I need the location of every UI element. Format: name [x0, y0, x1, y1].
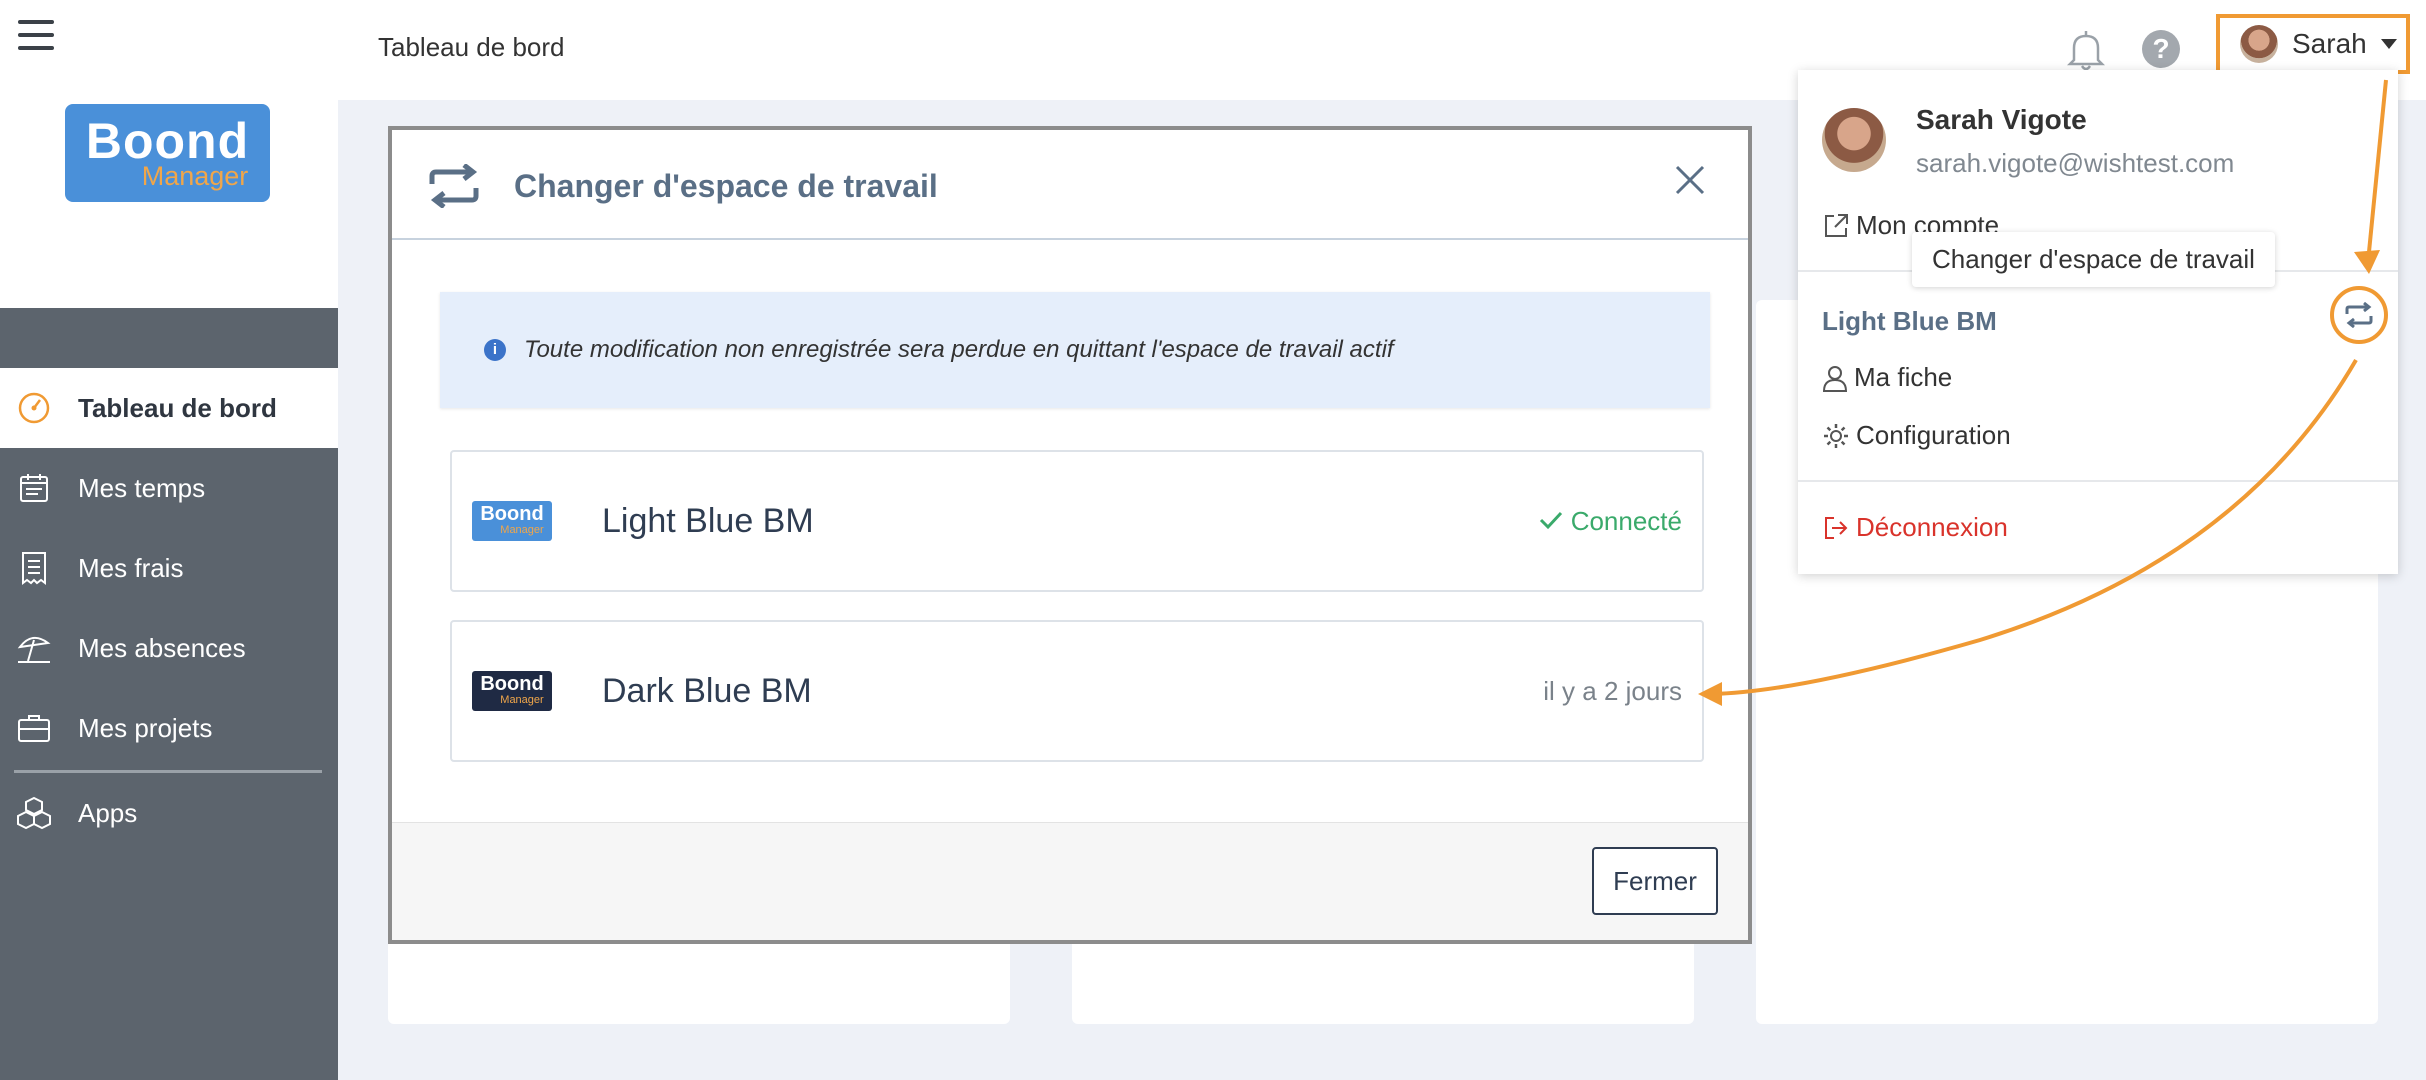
user-icon [1822, 365, 1848, 392]
sidebar-item-mes-temps[interactable]: Mes temps [0, 448, 338, 528]
hamburger-menu-icon[interactable] [18, 20, 54, 52]
user-menu-button[interactable]: Sarah [2216, 14, 2410, 74]
switch-workspace-modal: Changer d'espace de travail i Toute modi… [388, 126, 1752, 944]
logout-label: Déconnexion [1856, 512, 2008, 542]
my-profile-link[interactable]: Ma fiche [1822, 362, 1952, 393]
user-name: Sarah [2292, 28, 2367, 59]
sidebar-header: Boond Manager [0, 0, 338, 308]
user-email: sarah.vigote@wishtest.com [1916, 148, 2235, 178]
dropdown-divider [1798, 480, 2398, 482]
user-full-name: Sarah Vigote [1916, 104, 2087, 135]
workspace-name: Light Blue BM [602, 501, 814, 540]
sidebar: Boond Manager Tableau de bord Mes temps … [0, 0, 338, 1080]
help-icon[interactable]: ? [2142, 30, 2180, 68]
logout-icon [1825, 516, 1848, 539]
page-title: Tableau de bord [378, 32, 565, 62]
avatar [2240, 25, 2278, 63]
logo-sub: Manager [141, 161, 249, 191]
close-icon[interactable] [1674, 164, 1706, 201]
caret-down-icon [2380, 39, 2397, 49]
configuration-link[interactable]: Configuration [1822, 420, 2011, 451]
sidebar-item-apps[interactable]: Apps [0, 773, 338, 853]
sidebar-item-mes-absences[interactable]: Mes absences [0, 608, 338, 688]
info-alert: i Toute modification non enregistrée ser… [440, 292, 1710, 408]
close-button[interactable]: Fermer [1592, 847, 1718, 915]
sidebar-item-label: Mes absences [78, 632, 246, 663]
umbrella-icon [16, 630, 52, 666]
logout-link[interactable]: Déconnexion [1822, 512, 2008, 543]
logo-brand: Boond [85, 113, 250, 169]
sidebar-nav: Tableau de bord Mes temps Mes frais Mes … [0, 368, 338, 853]
external-link-icon [1825, 213, 1848, 237]
workspace-name: Dark Blue BM [602, 671, 812, 710]
sidebar-item-label: Mes projets [78, 712, 213, 743]
workspace-status: Connecté [1539, 506, 1682, 537]
info-icon: i [484, 339, 506, 361]
swap-icon [426, 163, 482, 213]
modal-title: Changer d'espace de travail [514, 168, 938, 204]
sidebar-item-label: Tableau de bord [78, 392, 277, 423]
briefcase-icon [16, 710, 52, 746]
calendar-icon [16, 470, 52, 506]
sidebar-item-mes-frais[interactable]: Mes frais [0, 528, 338, 608]
modal-footer: Fermer [392, 822, 1748, 940]
workspace-logo: Boond Manager [472, 501, 552, 541]
cubes-icon [16, 795, 52, 831]
user-dropdown: Sarah Vigote sarah.vigote@wishtest.com M… [1798, 70, 2398, 574]
workspace-row-light-blue[interactable]: Boond Manager Light Blue BM Connecté [450, 450, 1704, 592]
modal-header: Changer d'espace de travail [392, 130, 1748, 240]
check-icon [1540, 511, 1563, 529]
sidebar-item-tableau-de-bord[interactable]: Tableau de bord [0, 368, 338, 448]
gear-icon [1824, 423, 1848, 448]
configuration-label: Configuration [1856, 420, 2011, 450]
workspace-status: il y a 2 jours [1543, 675, 1682, 706]
current-workspace: Light Blue BM [1822, 306, 1997, 336]
workspace-row-dark-blue[interactable]: Boond Manager Dark Blue BM il y a 2 jours [450, 620, 1704, 762]
boond-manager-logo[interactable]: Boond Manager [65, 104, 270, 202]
workspace-logo: Boond Manager [472, 671, 552, 711]
sidebar-item-label: Mes frais [78, 552, 184, 583]
my-profile-label: Ma fiche [1854, 362, 1953, 392]
workspace-status-text: Connecté [1570, 505, 1682, 536]
avatar [1822, 108, 1886, 172]
sidebar-item-mes-projets[interactable]: Mes projets [0, 688, 338, 768]
swap-icon [2345, 302, 2373, 328]
receipt-icon [16, 550, 52, 586]
switch-workspace-tooltip: Changer d'espace de travail [1912, 232, 2275, 287]
dashboard-icon [16, 390, 52, 426]
sidebar-item-label: Apps [78, 797, 138, 828]
info-text: Toute modification non enregistrée sera … [524, 336, 1394, 363]
switch-workspace-button[interactable] [2330, 286, 2388, 344]
sidebar-item-label: Mes temps [78, 472, 206, 503]
